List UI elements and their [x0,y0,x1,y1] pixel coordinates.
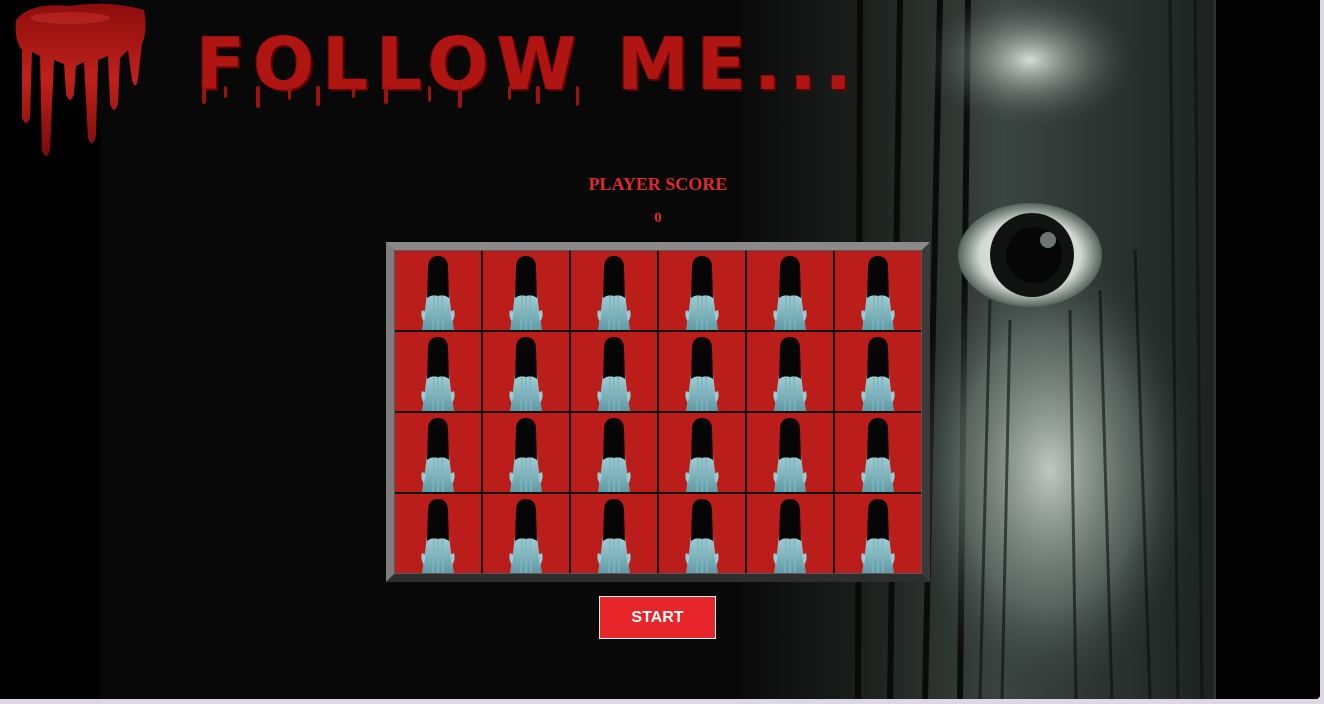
ghost-girl-icon [682,254,722,330]
game-tile[interactable] [747,332,833,411]
ghost-girl-icon [770,497,810,573]
game-tile[interactable] [395,494,481,573]
game-tile[interactable] [659,413,745,492]
ghost-girl-icon [682,335,722,411]
game-tile[interactable] [571,332,657,411]
player-score-label: PLAYER SCORE [588,174,728,194]
ghost-girl-icon [594,416,634,492]
game-tile[interactable] [571,494,657,573]
ghost-girl-icon [858,497,898,573]
game-tile[interactable] [835,332,921,411]
ghost-girl-icon [506,335,546,411]
ghost-girl-icon [418,416,458,492]
ghost-girl-icon [594,497,634,573]
game-screen: FOLLOW ME... PLAYER SCORE 0 START [0,0,1320,699]
game-tile[interactable] [395,413,481,492]
game-tile[interactable] [659,332,745,411]
game-tile[interactable] [835,494,921,573]
game-tile[interactable] [395,332,481,411]
game-tile[interactable] [835,251,921,330]
game-tile[interactable] [483,494,569,573]
game-tile[interactable] [571,251,657,330]
game-tile[interactable] [483,332,569,411]
game-tile[interactable] [483,413,569,492]
ghost-girl-icon [418,497,458,573]
ghost-girl-icon [858,335,898,411]
game-tile[interactable] [483,251,569,330]
start-button[interactable]: START [599,596,716,639]
game-board [386,242,930,582]
title-drips-decoration [202,86,579,108]
tile-grid [395,251,921,573]
game-tile[interactable] [395,251,481,330]
ghost-girl-icon [594,254,634,330]
right-dark-strip [1216,0,1320,699]
page-edge-bottom [0,699,1324,704]
game-tile[interactable] [747,251,833,330]
game-tile[interactable] [747,413,833,492]
ghost-girl-icon [858,254,898,330]
game-tile[interactable] [659,494,745,573]
player-score-value: 0 [654,210,662,226]
ghost-girl-icon [418,254,458,330]
game-tile[interactable] [571,413,657,492]
ghost-girl-icon [682,416,722,492]
ghost-girl-icon [506,416,546,492]
page-edge-right [1320,0,1324,704]
ghost-girl-icon [770,254,810,330]
ghost-girl-icon [682,497,722,573]
game-tile[interactable] [747,494,833,573]
ghost-girl-icon [770,335,810,411]
ghost-girl-icon [506,254,546,330]
game-tile[interactable] [835,413,921,492]
blood-drip-icon [15,3,146,156]
ghost-girl-icon [770,416,810,492]
ghost-girl-icon [506,497,546,573]
ghost-girl-icon [594,335,634,411]
ghost-girl-icon [858,416,898,492]
game-tile[interactable] [659,251,745,330]
ghost-girl-icon [418,335,458,411]
